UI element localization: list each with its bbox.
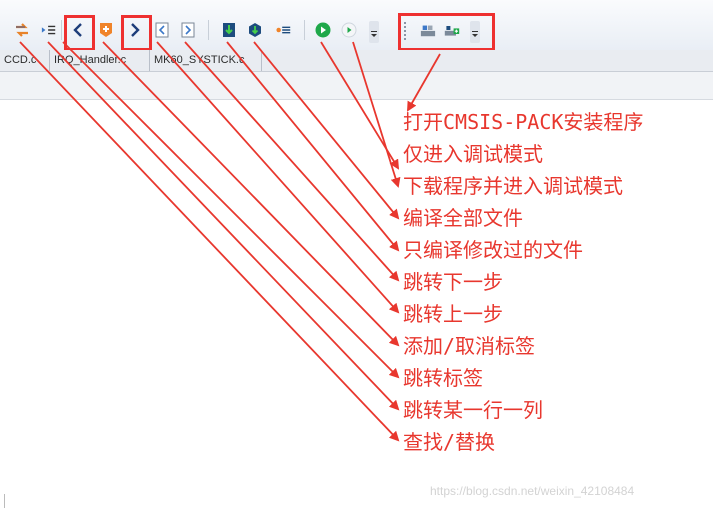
annotation-label: 下载程序并进入调试模式 [403,174,623,198]
annotation-label: 跳转某一行一列 [403,398,543,422]
arrow-build-modified [226,41,400,252]
arrow-download-debug [352,41,401,188]
arrow-find-replace [19,41,400,442]
annotation-label: 跳转下一步 [403,270,503,294]
annotation-arrows [19,41,441,442]
arrow-goto-line [47,41,400,411]
arrow-build-all [253,41,400,220]
annotation-label: 添加/取消标签 [403,334,536,358]
annotation-label: 跳转标签 [403,366,483,390]
watermark: https://blog.csdn.net/weixin_42108484 [430,484,635,498]
annotation-label: 只编译修改过的文件 [403,238,583,262]
arrow-prev-step [156,41,400,314]
arrow-next-step [184,41,400,282]
annotation-label: 跳转上一步 [403,302,503,326]
annotation-label: 编译全部文件 [403,206,523,230]
arrow-pack-installer [407,53,441,112]
annotation-label: 打开CMSIS-PACK安装程序 [403,110,644,134]
left-edge-mark [4,494,5,508]
arrow-toggle-bookmark [102,41,400,347]
annotation-label: 查找/替换 [403,430,496,454]
annotation-label: 仅进入调试模式 [403,142,543,166]
